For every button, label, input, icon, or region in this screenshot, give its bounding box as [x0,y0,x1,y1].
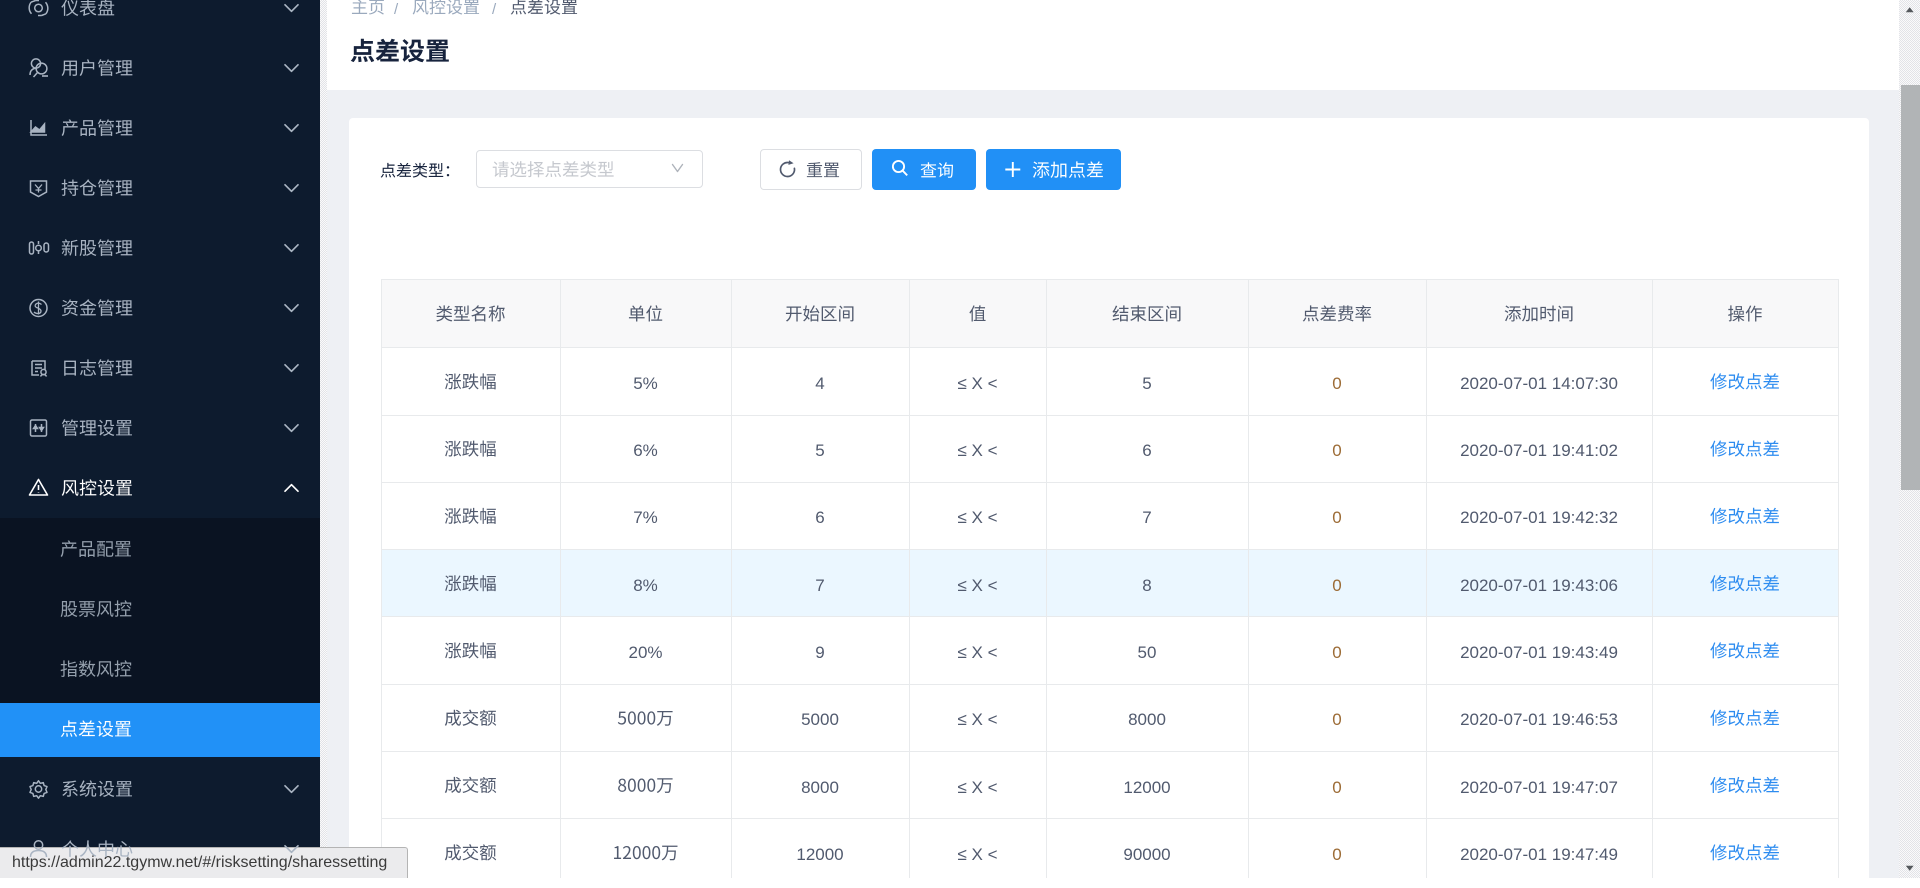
svg-text:/: / [394,1,399,18]
svg-text:/: / [492,1,497,18]
